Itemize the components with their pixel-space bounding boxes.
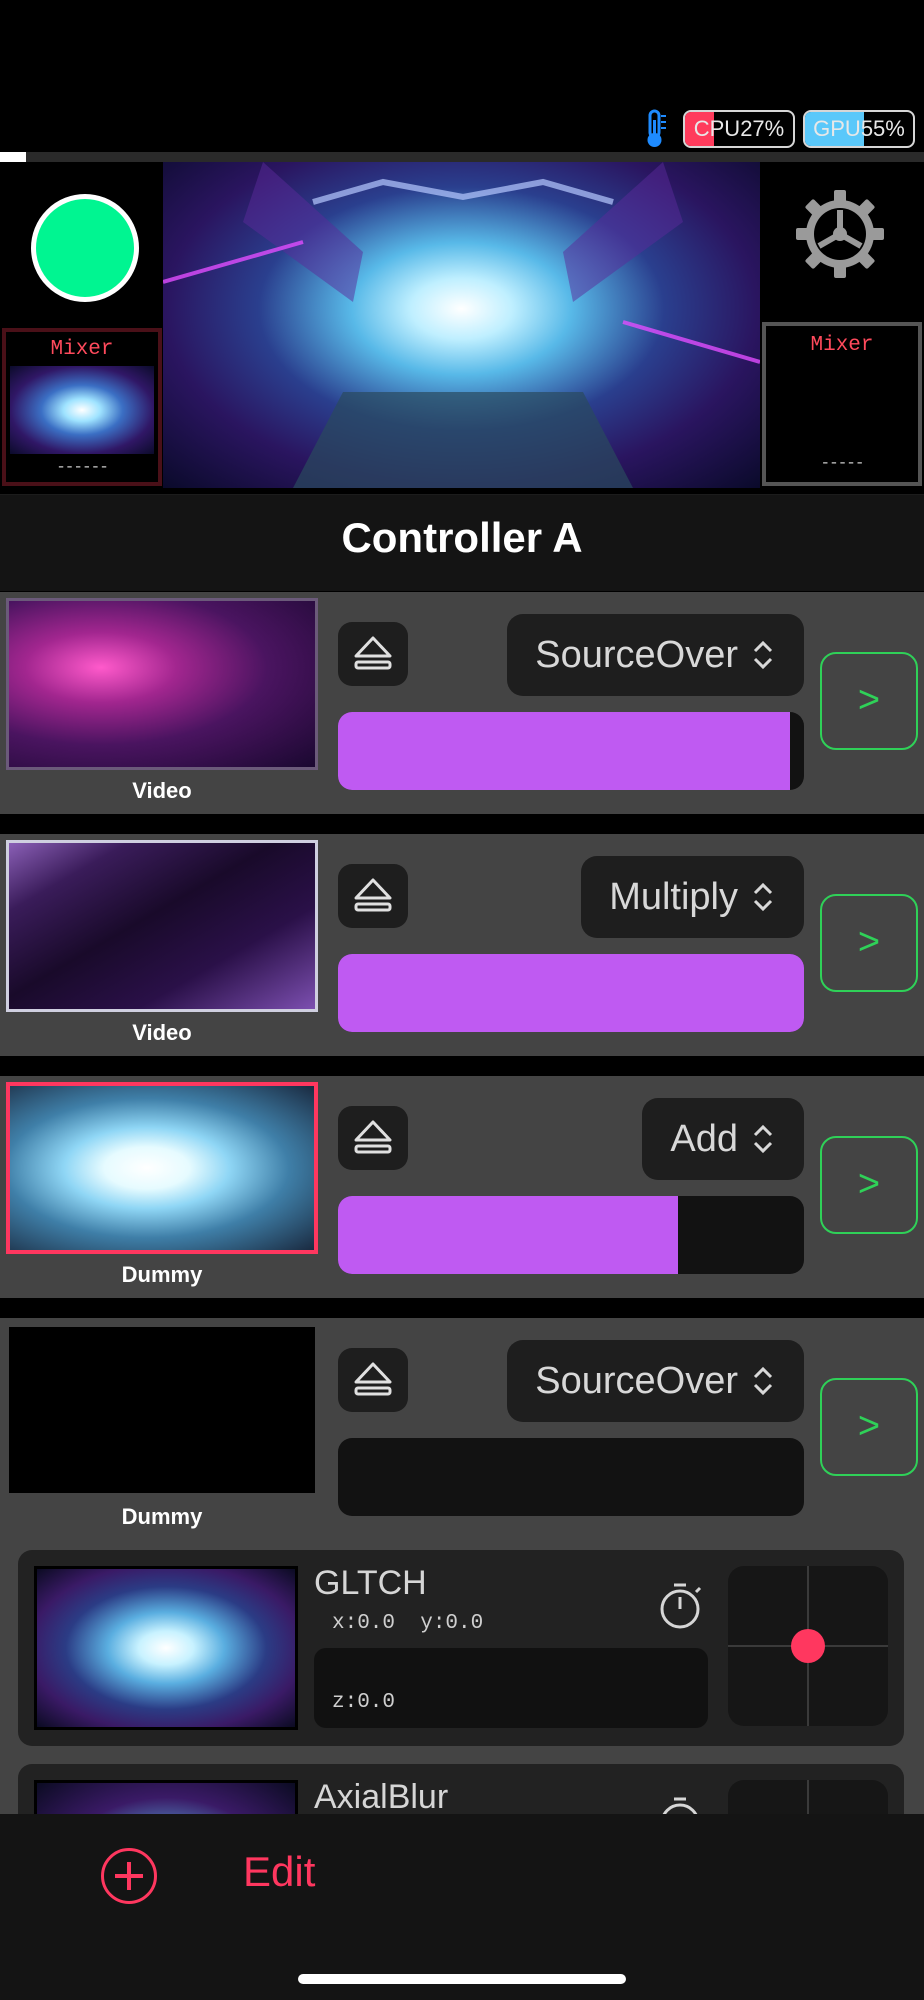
- effect-card[interactable]: AxialBlur: [18, 1764, 904, 1814]
- open-layer-button[interactable]: >: [820, 1136, 918, 1234]
- layer-source-label: Video: [132, 1020, 192, 1045]
- record-button[interactable]: [31, 194, 139, 302]
- eject-icon: [354, 878, 392, 912]
- effect-name: GLTCH: [314, 1564, 427, 1602]
- opacity-slider[interactable]: [338, 1438, 804, 1516]
- thermometer-icon: [647, 109, 666, 147]
- gear-icon[interactable]: [794, 188, 886, 280]
- blend-mode-select[interactable]: SourceOver: [507, 1340, 804, 1422]
- eject-icon: [354, 1362, 392, 1396]
- blend-mode-label: Add: [670, 1117, 738, 1160]
- gpu-label: GPU55%: [813, 116, 905, 141]
- layer-source-label: Dummy: [121, 1262, 203, 1287]
- add-circle-icon[interactable]: [101, 1848, 157, 1904]
- timeline-marker: [0, 152, 26, 162]
- mixer-left-label: Mixer: [50, 338, 114, 361]
- blend-mode-label: Multiply: [609, 875, 738, 918]
- timer-icon[interactable]: [654, 1580, 706, 1632]
- timer-icon[interactable]: [654, 1794, 706, 1814]
- layer-source-label: Video: [132, 778, 192, 803]
- bottom-toolbar: [0, 1814, 924, 2000]
- effect-z: z:0.0: [332, 1691, 396, 1714]
- blend-mode-select[interactable]: Add: [642, 1098, 804, 1180]
- effect-z-field[interactable]: z:0.0: [314, 1648, 708, 1728]
- chevron-updown-icon: [753, 640, 773, 670]
- effects-list: GLTCH x:0.0 y:0.0 z:0.0 AxialBlur: [0, 1540, 924, 1814]
- opacity-fill: [338, 1196, 679, 1274]
- opacity-fill: [338, 712, 791, 790]
- cpu-meter: CPU27%: [683, 110, 795, 148]
- xy-pad[interactable]: [728, 1566, 888, 1726]
- main-preview: [163, 162, 760, 488]
- mixer-right[interactable]: Mixer -----: [762, 322, 922, 486]
- mixer-left[interactable]: Mixer ------: [2, 328, 162, 486]
- cpu-label: CPU27%: [693, 116, 785, 141]
- layer-row: Video Multiply >: [0, 834, 924, 1056]
- layer-row: Dummy SourceOver >: [0, 1318, 924, 1540]
- timeline-strip[interactable]: [0, 152, 924, 162]
- home-indicator: [298, 1974, 626, 1984]
- blend-mode-select[interactable]: SourceOver: [507, 614, 804, 696]
- effect-xy: x:0.0 y:0.0: [332, 1612, 484, 1635]
- eject-button[interactable]: [338, 1348, 408, 1412]
- mixer-right-label: Mixer: [810, 334, 874, 357]
- opacity-slider[interactable]: [338, 1196, 804, 1274]
- eject-icon: [354, 636, 392, 670]
- effect-name: AxialBlur: [314, 1778, 449, 1814]
- layer-row: Dummy Add >: [0, 1076, 924, 1298]
- eject-button[interactable]: [338, 622, 408, 686]
- xy-pad[interactable]: [728, 1780, 888, 1814]
- opacity-slider[interactable]: [338, 712, 804, 790]
- layer-thumbnail[interactable]: [6, 840, 318, 1012]
- effect-thumbnail: [34, 1780, 298, 1814]
- gpu-meter: GPU55%: [803, 110, 915, 148]
- blend-mode-select[interactable]: Multiply: [581, 856, 804, 938]
- controller-header: Controller A: [0, 494, 924, 591]
- blend-mode-label: SourceOver: [535, 633, 738, 676]
- mixer-left-thumb: [10, 366, 154, 454]
- layer-thumbnail[interactable]: [6, 1324, 318, 1496]
- opacity-slider[interactable]: [338, 954, 804, 1032]
- effect-card[interactable]: GLTCH x:0.0 y:0.0 z:0.0: [18, 1550, 904, 1746]
- chevron-updown-icon: [753, 1366, 773, 1396]
- layer-source-label: Dummy: [121, 1504, 203, 1529]
- layer-thumbnail[interactable]: [6, 598, 318, 770]
- controller-title: Controller A: [341, 514, 583, 561]
- chevron-updown-icon: [753, 882, 773, 912]
- opacity-fill: [338, 954, 804, 1032]
- xy-pad-handle[interactable]: [791, 1629, 825, 1663]
- layer-row: Video SourceOver >: [0, 592, 924, 814]
- mixer-right-dash: -----: [820, 454, 864, 472]
- chevron-updown-icon: [753, 1124, 773, 1154]
- open-layer-button[interactable]: >: [820, 1378, 918, 1476]
- eject-button[interactable]: [338, 864, 408, 928]
- blend-mode-label: SourceOver: [535, 1359, 738, 1402]
- effect-thumbnail: [34, 1566, 298, 1730]
- eject-icon: [354, 1120, 392, 1154]
- open-layer-button[interactable]: >: [820, 652, 918, 750]
- edit-button[interactable]: Edit: [243, 1848, 315, 1896]
- mixer-left-dash: ------: [56, 458, 109, 476]
- layer-thumbnail[interactable]: [6, 1082, 318, 1254]
- eject-button[interactable]: [338, 1106, 408, 1170]
- open-layer-button[interactable]: >: [820, 894, 918, 992]
